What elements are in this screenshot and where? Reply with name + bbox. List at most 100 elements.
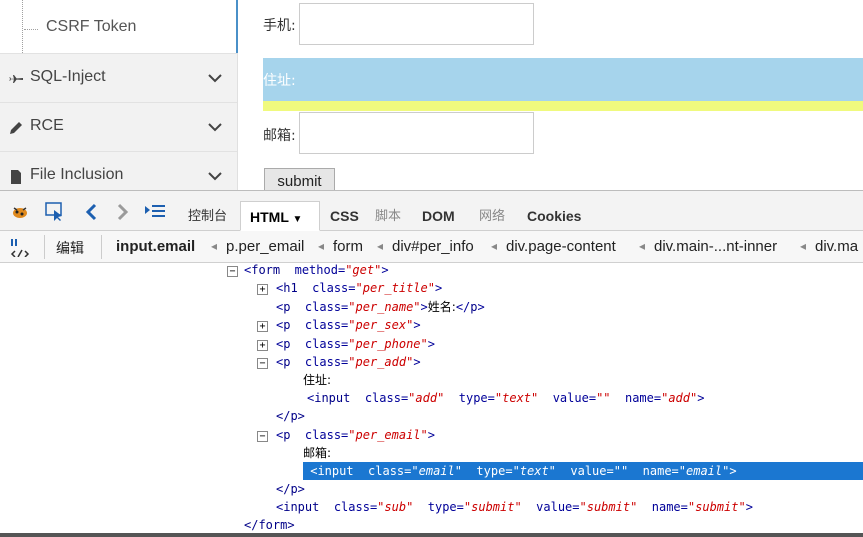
- attr-value: "submit": [463, 500, 522, 514]
- attr-name: name: [651, 500, 681, 514]
- tree-node-p-per-phone[interactable]: <p class="per_phone">: [276, 335, 435, 353]
- sidebar-item-label: SQL-Inject: [30, 68, 106, 85]
- bottom-edge: [0, 533, 863, 537]
- breadcrumb-item[interactable]: div.ma: [815, 238, 858, 255]
- html-tree: − <form method="get"> + <h1 class="per_t…: [0, 261, 863, 537]
- tag-name: </form>: [244, 518, 295, 532]
- tree-branch: [24, 29, 38, 30]
- tree-node-p-per-email[interactable]: <p class="per_email">: [276, 426, 435, 444]
- attr-value: "text": [494, 391, 539, 405]
- devtools-panel: 控制台 HTML ▼ CSS 脚本 DOM 网络 Cookies 编辑 inpu…: [0, 190, 863, 537]
- tab-script[interactable]: 脚本: [375, 201, 401, 231]
- attr-value: "per_title": [355, 281, 435, 295]
- tree-node-h1[interactable]: <h1 class="per_title">: [276, 279, 442, 297]
- attr-name: class: [333, 500, 370, 514]
- forward-icon[interactable]: [112, 202, 132, 222]
- attr-name: value: [552, 391, 589, 405]
- tree-line: [22, 0, 23, 53]
- attr-value: "get": [345, 263, 382, 277]
- attr-value: "per_name": [348, 300, 421, 314]
- attr-name: name: [624, 391, 654, 405]
- divider: [44, 235, 45, 259]
- attr-value: "email": [411, 464, 462, 478]
- tab-css[interactable]: CSS: [330, 201, 359, 231]
- breadcrumb-item[interactable]: input.email: [116, 238, 195, 255]
- attr-value: "submit": [687, 500, 746, 514]
- tag-name: form: [251, 263, 281, 277]
- edit-button[interactable]: 编辑: [56, 238, 84, 258]
- chevron-down-icon: [207, 70, 223, 86]
- tab-network[interactable]: 网络: [479, 201, 505, 231]
- back-icon[interactable]: [82, 202, 102, 222]
- tag-name: p: [283, 355, 291, 369]
- tree-node-form[interactable]: <form method="get">: [244, 261, 389, 279]
- tag-name: p: [283, 300, 291, 314]
- tree-text-address[interactable]: 住址:: [303, 371, 331, 389]
- tab-dom[interactable]: DOM: [422, 201, 455, 231]
- sidebar-item-sql-inject[interactable]: SQL-Inject: [0, 53, 237, 102]
- breadcrumb: 编辑 input.email ◂ p.per_email ◂ form ◂ di…: [0, 231, 863, 263]
- tag-name: p: [283, 337, 291, 351]
- node-text: 住址:: [303, 373, 332, 387]
- tab-cookies[interactable]: Cookies: [527, 201, 581, 231]
- collapse-toggle[interactable]: −: [257, 431, 268, 442]
- tree-text-email[interactable]: 邮箱:: [303, 444, 331, 462]
- chevron-left-icon: ◂: [800, 239, 807, 253]
- sidebar: CSRF Token SQL-Inject RCE File Inclusion: [0, 0, 238, 196]
- email-input[interactable]: [299, 112, 534, 154]
- attr-value: "email": [678, 464, 730, 478]
- sidebar-item-rce[interactable]: RCE: [0, 102, 237, 151]
- breadcrumb-item[interactable]: div#per_info: [392, 238, 474, 255]
- attr-value: "per_sex": [348, 318, 414, 332]
- indent-list-icon[interactable]: [144, 202, 165, 222]
- tree-close-p[interactable]: </p>: [276, 407, 305, 425]
- firebug-icon[interactable]: [10, 202, 30, 222]
- divider: [101, 235, 102, 259]
- attr-name: type: [458, 391, 488, 405]
- tree-node-input-email-selected[interactable]: <input class="email" type="text" value="…: [303, 462, 863, 480]
- breadcrumb-item[interactable]: p.per_email: [226, 238, 304, 255]
- tree-node-p-per-name[interactable]: <p class="per_name">姓名:</p>: [276, 298, 485, 316]
- tree-node-input-submit[interactable]: <input class="sub" type="submit" value="…: [276, 498, 753, 516]
- tag-name: p: [283, 428, 291, 442]
- collapse-toggle[interactable]: −: [227, 266, 238, 277]
- phone-label: 手机:: [263, 18, 296, 34]
- inspect-element-icon[interactable]: [45, 202, 65, 222]
- expand-toggle[interactable]: +: [257, 284, 268, 295]
- chevron-left-icon: ◂: [377, 239, 384, 253]
- tag-name: h1: [283, 281, 298, 295]
- expand-toggle[interactable]: +: [257, 321, 268, 332]
- attr-value: "sub": [377, 500, 414, 514]
- attr-name: class: [312, 281, 349, 295]
- collapse-toggle[interactable]: −: [257, 358, 268, 369]
- breadcrumb-item[interactable]: div.main-...nt-inner: [654, 238, 777, 255]
- attr-name: type: [476, 464, 506, 478]
- chevron-down-icon: [207, 119, 223, 135]
- sidebar-subitem-label: CSRF Token: [46, 18, 137, 35]
- tree-close-p[interactable]: </p>: [276, 480, 305, 498]
- tree-node-p-per-sex[interactable]: <p class="per_sex">: [276, 316, 421, 334]
- attr-name: class: [304, 355, 342, 369]
- attr-value: "per_phone": [348, 337, 428, 351]
- attr-value: "submit": [579, 500, 638, 514]
- tab-console[interactable]: 控制台: [188, 201, 227, 231]
- sidebar-item-label: RCE: [30, 117, 64, 134]
- breadcrumb-item[interactable]: div.page-content: [506, 238, 616, 255]
- attr-name: class: [304, 428, 342, 442]
- phone-input[interactable]: [299, 3, 534, 45]
- attr-value: "": [613, 464, 629, 478]
- tree-close-form[interactable]: </form>: [244, 516, 295, 534]
- breadcrumb-item[interactable]: form: [333, 238, 363, 255]
- sidebar-item-label: File Inclusion: [30, 166, 124, 183]
- attr-name: name: [642, 464, 672, 478]
- expand-toggle[interactable]: +: [257, 340, 268, 351]
- tree-node-p-per-add[interactable]: <p class="per_add">: [276, 353, 421, 371]
- attr-name: value: [570, 464, 607, 478]
- attr-name: value: [536, 500, 573, 514]
- address-label: 住址:: [263, 73, 296, 89]
- toggle-layout-icon[interactable]: [10, 237, 30, 258]
- tab-html[interactable]: HTML ▼: [240, 201, 320, 231]
- tree-node-input-add[interactable]: <input class="add" type="text" value="" …: [307, 389, 704, 407]
- sidebar-subitem-csrf-token[interactable]: CSRF Token: [0, 0, 238, 53]
- attr-name: method: [294, 263, 338, 277]
